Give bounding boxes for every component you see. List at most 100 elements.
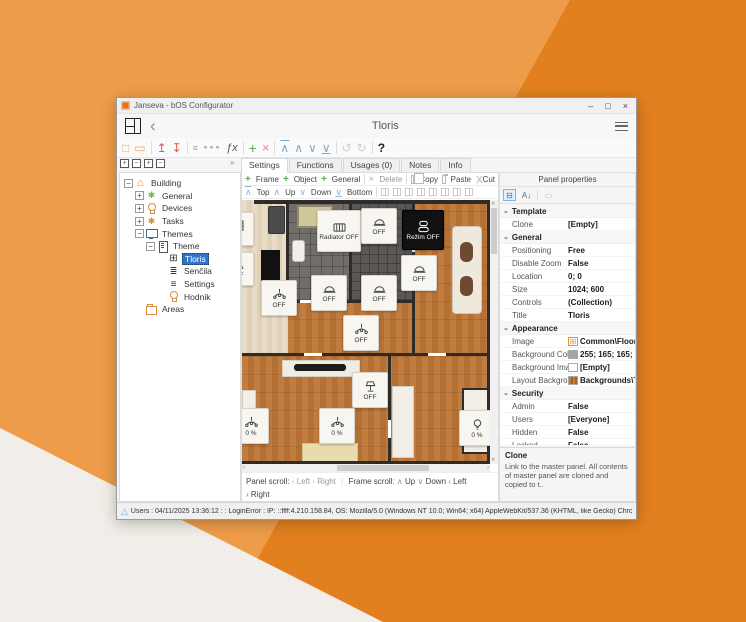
property-section-appearance[interactable]: ⌄ Appearance — [500, 322, 635, 335]
tree-item-theme[interactable]: − Theme — [120, 240, 240, 253]
property-value[interactable]: False — [568, 402, 635, 411]
overflow-chevron-icon[interactable]: » — [230, 158, 234, 167]
floor-button-living-light[interactable]: OFF — [401, 255, 437, 291]
vertical-scroll-thumb[interactable] — [491, 208, 497, 254]
horizontal-scrollbar[interactable]: ‹ › — [242, 464, 490, 472]
open-folder-icon[interactable]: ▭ — [134, 140, 145, 156]
tree-item-themes[interactable]: − Themes — [120, 227, 240, 240]
scroll-down-arrow[interactable]: ∨ — [491, 456, 495, 464]
floor-button-wc-light[interactable]: OFF — [311, 275, 347, 311]
function-icon[interactable]: ƒx — [226, 140, 238, 156]
settings-sliders-icon[interactable]: ≡ — [193, 140, 198, 156]
property-value[interactable]: Free — [568, 246, 635, 255]
property-row-positioning[interactable]: Positioning Free — [500, 244, 635, 257]
property-row-size[interactable]: Size 1024; 600 — [500, 283, 635, 296]
scroll-up-arrow[interactable]: ∧ — [491, 200, 495, 208]
floor-button-partial-top[interactable]: % — [242, 212, 254, 246]
tree-item-tloris[interactable]: ⊞ Tloris — [120, 252, 240, 266]
frame-scroll-left[interactable]: Left — [453, 477, 466, 486]
tree-expander-icon[interactable]: + — [135, 203, 144, 213]
frame-scroll-up[interactable]: Up — [405, 477, 415, 486]
property-section-template[interactable]: ⌄ Template — [500, 205, 635, 218]
property-value[interactable]: 1024; 600 — [568, 285, 635, 294]
close-button[interactable]: × — [623, 99, 628, 113]
align-left-icon[interactable] — [381, 188, 390, 196]
align-bottom-icon[interactable] — [441, 188, 450, 196]
tab-usages[interactable]: Usages (0) — [342, 158, 401, 172]
redo-icon[interactable]: ↻ — [357, 140, 367, 156]
add-frame-button[interactable]: Frame — [256, 175, 279, 184]
floor-button-bath-light[interactable]: OFF — [361, 208, 397, 244]
tree-expander-icon[interactable]: − — [124, 178, 133, 188]
order-down-button[interactable]: Down — [311, 188, 331, 197]
property-row-users[interactable]: Users [Everyone] — [500, 413, 635, 426]
property-value[interactable]: Common\Floor.svg — [580, 337, 635, 346]
floor-button-dimmer-bed[interactable]: 0 % — [459, 410, 490, 446]
minimize-button[interactable]: – — [588, 99, 593, 113]
help-icon[interactable]: ? — [378, 140, 385, 156]
delete-button[interactable]: Delete — [379, 175, 402, 184]
tree-item-sencila[interactable]: ≣ Senčila — [120, 265, 240, 278]
import-icon[interactable]: ↥ — [157, 140, 167, 156]
tree-expander-icon[interactable]: − — [135, 229, 144, 239]
tree-expander-icon[interactable]: − — [146, 241, 155, 251]
align-right-icon[interactable] — [405, 188, 414, 196]
move-bottom-icon[interactable]: ∨ — [322, 140, 331, 156]
add-icon[interactable]: + — [249, 140, 257, 156]
floor-button-hall-light[interactable]: OFF — [343, 315, 379, 351]
move-top-icon[interactable]: ∧ — [280, 140, 289, 156]
floor-button-dimmer-left[interactable]: 0 % — [242, 408, 269, 444]
order-bottom-button[interactable]: Bottom — [347, 188, 372, 197]
move-down-icon[interactable]: ∨ — [308, 140, 317, 156]
maximize-button[interactable]: □ — [605, 99, 610, 113]
tree-item-settings[interactable]: ≡ Settings — [120, 278, 240, 291]
floor-button-radiator[interactable]: Radiator OFF — [317, 210, 361, 252]
vertical-scrollbar[interactable]: ∧ ∨ — [490, 200, 498, 464]
tree-item-building[interactable]: − ⌂ Building — [120, 177, 240, 190]
floor-button-rezim[interactable]: Režim OFF — [402, 210, 444, 250]
panel-scroll-left[interactable]: Left — [297, 477, 310, 486]
property-value[interactable]: 0; 0 — [568, 272, 635, 281]
property-value[interactable]: Tloris — [568, 311, 635, 320]
panel-scroll-right[interactable]: Right — [317, 477, 336, 486]
frame-scroll-right[interactable]: Right — [251, 490, 270, 499]
property-value[interactable]: [Empty] — [580, 363, 635, 372]
horizontal-scroll-thumb[interactable] — [337, 465, 429, 471]
property-value[interactable]: [Empty] — [568, 220, 635, 229]
tree-item-general[interactable]: + ✱ General — [120, 190, 240, 203]
property-value[interactable]: False — [568, 441, 635, 446]
scroll-right-arrow[interactable]: › — [487, 464, 489, 472]
floor-button-dimmer-mid[interactable]: 0 % — [319, 408, 355, 444]
property-row-controls[interactable]: Controls (Collection) — [500, 296, 635, 309]
tree-item-tasks[interactable]: + ✱ Tasks — [120, 215, 240, 228]
move-up-icon[interactable]: ∧ — [294, 140, 303, 156]
collapse-node-icon[interactable]: − — [156, 159, 165, 168]
property-row-disable-zoom[interactable]: Disable Zoom False — [500, 257, 635, 270]
tree-item-areas[interactable]: Areas — [120, 303, 240, 316]
property-row-image[interactable]: Image ⊞Common\Floor.svg — [500, 335, 635, 348]
property-value[interactable]: Backgrounds\Tloris — [580, 376, 635, 385]
tree-item-hodnik[interactable]: Hodnik — [120, 290, 240, 303]
property-row-locked[interactable]: Locked False — [500, 439, 635, 446]
collapse-all-icon[interactable]: − — [132, 159, 141, 168]
same-width-icon[interactable] — [453, 188, 462, 196]
tree-item-devices[interactable]: + Devices — [120, 202, 240, 215]
property-row-location[interactable]: Location 0; 0 — [500, 270, 635, 283]
tab-settings[interactable]: Settings — [241, 158, 288, 173]
property-row-background-ima[interactable]: Background Ima [Empty] — [500, 361, 635, 374]
tab-info[interactable]: Info — [440, 158, 471, 172]
order-up-button[interactable]: Up — [285, 188, 295, 197]
add-general-button[interactable]: General — [332, 175, 360, 184]
floor-button-shower-light[interactable]: OFF — [361, 275, 397, 311]
property-value[interactable]: [Everyone] — [568, 415, 635, 424]
property-row-layout-backgrou[interactable]: Layout Backgrou Backgrounds\Tloris — [500, 374, 635, 387]
align-middle-icon[interactable] — [429, 188, 438, 196]
property-value[interactable]: False — [568, 428, 635, 437]
property-value[interactable]: 255; 165; 165; 165 — [580, 350, 635, 359]
export-icon[interactable]: ↧ — [172, 140, 182, 156]
paste-button[interactable]: Paste — [451, 175, 471, 184]
save-icon[interactable]: □ — [122, 140, 129, 156]
dots-icon[interactable]: ∘∘∘ — [203, 140, 221, 156]
undo-icon[interactable]: ↺ — [342, 140, 352, 156]
property-value[interactable]: (Collection) — [568, 298, 635, 307]
